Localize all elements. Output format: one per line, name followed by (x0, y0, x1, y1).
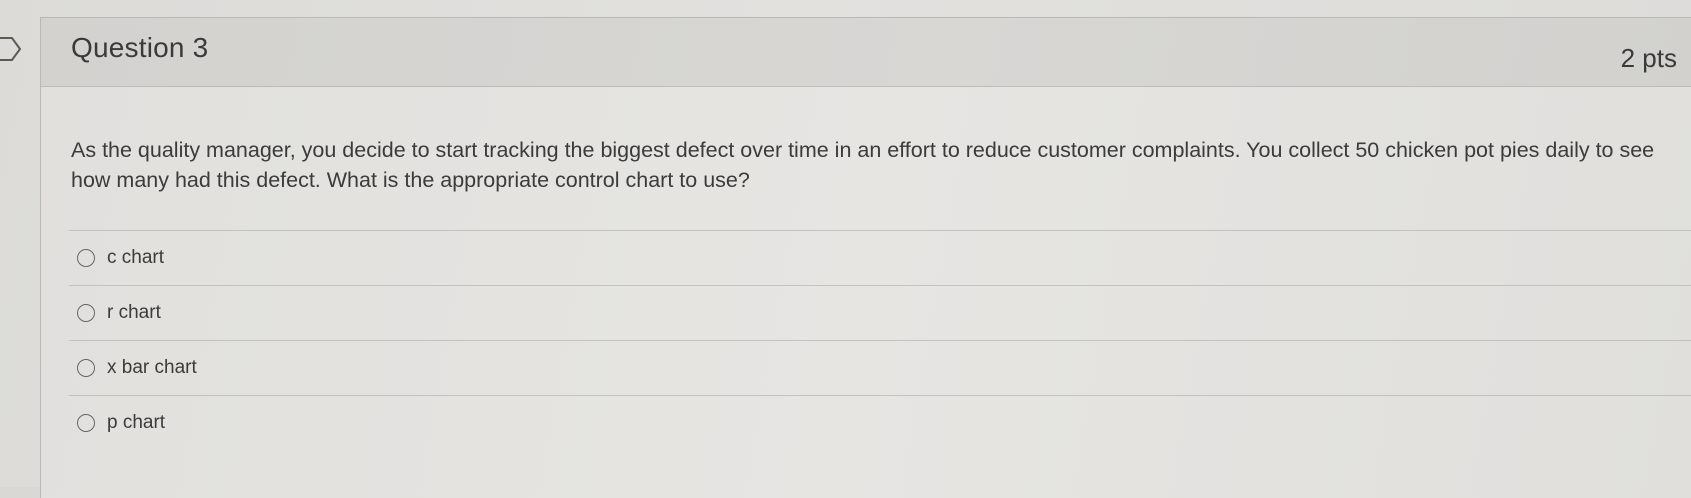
answer-option-r-chart[interactable]: r chart (69, 285, 1691, 340)
radio-button-icon[interactable] (77, 414, 95, 432)
quiz-page: Question 3 2 pts As the quality manager,… (0, 0, 1691, 498)
question-card: Question 3 2 pts As the quality manager,… (40, 17, 1691, 498)
answer-option-c-chart[interactable]: c chart (69, 230, 1691, 285)
answer-list: c chart r chart x bar chart p chart (69, 230, 1691, 450)
answer-option-x-bar-chart[interactable]: x bar chart (69, 340, 1691, 395)
question-header: Question 3 2 pts (41, 18, 1691, 87)
radio-button-icon[interactable] (77, 304, 95, 322)
bookmark-flag-icon[interactable] (0, 36, 24, 62)
answer-label: x bar chart (107, 357, 197, 378)
answer-label: p chart (107, 412, 166, 433)
question-text: As the quality manager, you decide to st… (71, 138, 1655, 192)
question-points: 2 pts (1620, 43, 1677, 73)
answer-label: c chart (107, 247, 165, 268)
answer-label: r chart (107, 302, 161, 323)
answer-option-p-chart[interactable]: p chart (69, 395, 1691, 450)
radio-button-icon[interactable] (77, 249, 95, 267)
radio-button-icon[interactable] (77, 359, 95, 377)
question-title: Question 3 (71, 32, 209, 63)
